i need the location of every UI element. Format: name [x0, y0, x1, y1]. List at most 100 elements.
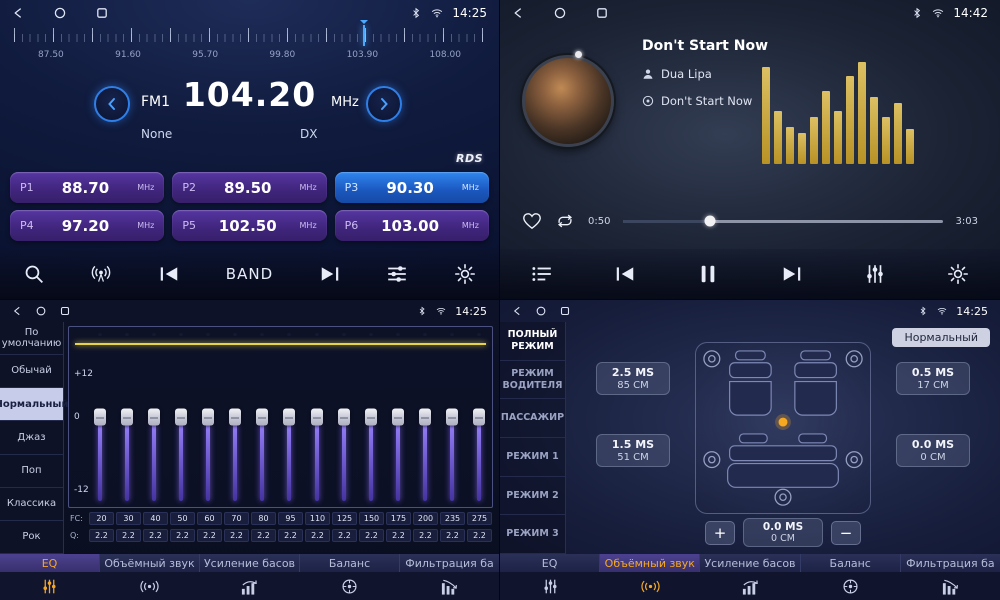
tuning-scale[interactable]: 87.5091.6095.7099.80103.90108.00	[14, 28, 485, 74]
tab-button[interactable]: Баланс	[300, 554, 400, 572]
back-button[interactable]	[512, 306, 522, 316]
band-button[interactable]: BAND	[226, 265, 273, 283]
eq-slider-handle[interactable]	[446, 409, 458, 426]
home-button[interactable]	[554, 7, 566, 19]
eq-slider-handle[interactable]	[283, 409, 295, 426]
eq-slider-handle[interactable]	[175, 409, 187, 426]
tab-button[interactable]: Усиление басов	[700, 554, 800, 572]
eq-band-slider[interactable]	[283, 333, 296, 501]
listening-mode-item[interactable]: ПАССАЖИР	[500, 399, 565, 438]
eq-preset-item[interactable]: Поп	[0, 455, 63, 488]
eq-slider-handle[interactable]	[148, 409, 160, 426]
eq-band-slider[interactable]	[392, 333, 405, 501]
recents-button[interactable]	[60, 306, 70, 316]
home-button[interactable]	[54, 7, 66, 19]
listening-mode-item[interactable]: ПОЛНЫЙ РЕЖИМ	[500, 322, 565, 361]
bass-boost-tab-icon[interactable]	[200, 572, 300, 600]
preset-button[interactable]: P4 97.20 MHz	[10, 210, 164, 241]
playlist-button[interactable]	[531, 263, 553, 285]
listening-mode-item[interactable]: РЕЖИМ ВОДИТЕЛЯ	[500, 361, 565, 400]
eq-slider-handle[interactable]	[121, 409, 133, 426]
tab-button[interactable]: Усиление басов	[200, 554, 300, 572]
filter-tab-icon[interactable]	[900, 572, 1000, 600]
broadcast-button[interactable]	[90, 263, 112, 285]
audio-mixer-button[interactable]	[386, 263, 408, 285]
eq-slider-handle[interactable]	[94, 409, 106, 426]
eq-slider-handle[interactable]	[338, 409, 350, 426]
recents-button[interactable]	[596, 7, 608, 19]
front-left-delay[interactable]: 2.5 MS 85 CM	[596, 362, 670, 395]
eq-preset-item[interactable]: По умолчанию	[0, 322, 63, 355]
eq-slider-handle[interactable]	[229, 409, 241, 426]
eq-tab-icon[interactable]	[0, 572, 100, 600]
delay-increase-button[interactable]: +	[705, 521, 735, 545]
preset-button[interactable]: P3 90.30 MHz	[335, 172, 489, 203]
eq-slider-handle[interactable]	[473, 409, 485, 426]
eq-band-slider[interactable]	[446, 333, 459, 501]
front-right-delay[interactable]: 0.5 MS 17 CM	[896, 362, 970, 395]
rear-left-delay[interactable]: 1.5 MS 51 CM	[596, 434, 670, 467]
balance-tab-icon[interactable]	[299, 572, 399, 600]
home-button[interactable]	[536, 306, 546, 316]
tab-button[interactable]: Фильтрация ба	[400, 554, 499, 572]
eq-band-slider[interactable]	[93, 333, 106, 501]
eq-preset-item[interactable]: Джаз	[0, 421, 63, 454]
back-button[interactable]	[512, 7, 524, 19]
preset-button[interactable]: P6 103.00 MHz	[335, 210, 489, 241]
surround-tab-icon[interactable]	[100, 572, 200, 600]
pause-button[interactable]	[697, 263, 719, 285]
eq-band-slider[interactable]	[147, 333, 160, 501]
eq-band-slider[interactable]	[120, 333, 133, 501]
eq-band-slider[interactable]	[419, 333, 432, 501]
profile-button[interactable]: Нормальный	[892, 328, 990, 347]
eq-preset-item[interactable]: Рок	[0, 521, 63, 554]
balance-tab-icon[interactable]	[800, 572, 900, 600]
eq-slider-handle[interactable]	[202, 409, 214, 426]
tab-button[interactable]: Фильтрация ба	[901, 554, 1000, 572]
seek-bar[interactable]	[623, 220, 942, 223]
eq-band-slider[interactable]	[229, 333, 242, 501]
listening-mode-item[interactable]: РЕЖИМ 3	[500, 515, 565, 554]
listening-mode-item[interactable]: РЕЖИМ 2	[500, 477, 565, 516]
preset-button[interactable]: P2 89.50 MHz	[172, 172, 326, 203]
bass-boost-tab-icon[interactable]	[700, 572, 800, 600]
preset-button[interactable]: P5 102.50 MHz	[172, 210, 326, 241]
tab-button[interactable]: EQ	[0, 554, 100, 572]
favorite-button[interactable]	[522, 212, 542, 230]
eq-slider-handle[interactable]	[256, 409, 268, 426]
next-track-button[interactable]	[781, 263, 803, 285]
eq-slider-handle[interactable]	[365, 409, 377, 426]
preset-button[interactable]: P1 88.70 MHz	[10, 172, 164, 203]
filter-tab-icon[interactable]	[399, 572, 499, 600]
eq-slider-handle[interactable]	[419, 409, 431, 426]
eq-band-slider[interactable]	[473, 333, 486, 501]
seek-knob[interactable]	[704, 216, 715, 227]
next-station-button[interactable]	[319, 263, 341, 285]
audio-mixer-button[interactable]	[864, 263, 886, 285]
tab-button[interactable]: Объёмный звук	[600, 554, 700, 572]
eq-band-slider[interactable]	[310, 333, 323, 501]
tab-button[interactable]: EQ	[500, 554, 600, 572]
eq-band-slider[interactable]	[337, 333, 350, 501]
settings-button[interactable]	[454, 263, 476, 285]
settings-button[interactable]	[947, 263, 969, 285]
eq-band-slider[interactable]	[174, 333, 187, 501]
listening-position-dot[interactable]	[779, 418, 788, 427]
recents-button[interactable]	[96, 7, 108, 19]
surround-tab-icon[interactable]	[600, 572, 700, 600]
back-button[interactable]	[12, 306, 22, 316]
recents-button[interactable]	[560, 306, 570, 316]
eq-band-slider[interactable]	[202, 333, 215, 501]
eq-slider-handle[interactable]	[392, 409, 404, 426]
delay-decrease-button[interactable]: −	[831, 521, 861, 545]
eq-slider-handle[interactable]	[311, 409, 323, 426]
home-button[interactable]	[36, 306, 46, 316]
prev-track-button[interactable]	[614, 263, 636, 285]
listening-mode-item[interactable]: РЕЖИМ 1	[500, 438, 565, 477]
back-button[interactable]	[12, 7, 24, 19]
prev-station-button[interactable]	[158, 263, 180, 285]
scan-button[interactable]	[23, 263, 45, 285]
repeat-button[interactable]	[555, 212, 575, 230]
eq-preset-item[interactable]: Нормальный	[0, 388, 63, 421]
eq-band-slider[interactable]	[256, 333, 269, 501]
